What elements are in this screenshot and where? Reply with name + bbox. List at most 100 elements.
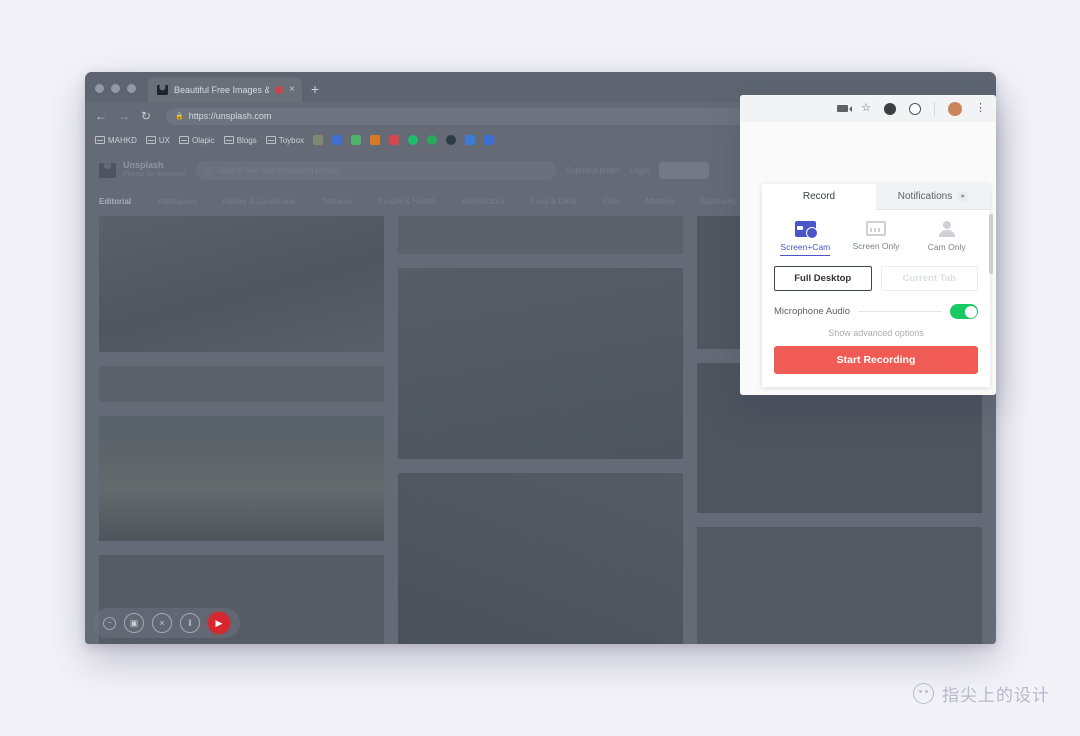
menu-icon[interactable]: ⋮: [975, 103, 986, 114]
close-window-button[interactable]: [95, 84, 104, 93]
microphone-audio-row: Microphone Audio: [762, 291, 990, 319]
mode-label: Screen+Cam: [780, 242, 831, 256]
nav-item-film[interactable]: Film: [603, 197, 618, 206]
capture-source-row: Full Desktop Current Tab: [762, 260, 990, 291]
join-free-button[interactable]: [659, 161, 710, 179]
photo-thumbnail[interactable]: [99, 415, 384, 542]
close-tab-icon[interactable]: ×: [289, 84, 295, 95]
bell-icon: ●: [957, 191, 969, 202]
nav-item-nature[interactable]: Nature & Landscape: [223, 197, 296, 206]
bookmark-item-mahkd[interactable]: MAHKD: [95, 136, 137, 145]
unsplash-logo[interactable]: Unsplash Photos for everyone: [99, 160, 186, 180]
extension-shield-icon[interactable]: [884, 102, 896, 115]
search-placeholder: Search free high-resolution photos: [217, 165, 340, 175]
star-icon[interactable]: ☆: [861, 103, 871, 114]
extension-popup: ☆ ⋮ Record Notifications ● Screen+Cam Sc…: [740, 95, 996, 395]
start-recording-button[interactable]: Start Recording: [774, 346, 978, 374]
reload-icon[interactable]: ↻: [141, 110, 151, 122]
bookmark-item-olapic[interactable]: Olapic: [179, 136, 215, 145]
nav-item-athletics[interactable]: Athletics: [644, 197, 674, 206]
nav-item-editorial[interactable]: Editorial: [99, 197, 131, 206]
photo-thumbnail[interactable]: [398, 268, 683, 460]
photo-thumbnail[interactable]: [398, 216, 683, 255]
bookmark-label: Toybox: [278, 135, 305, 145]
back-icon[interactable]: ←: [95, 110, 107, 122]
mode-screen-only[interactable]: Screen Only: [841, 221, 912, 256]
favicon-green-icon[interactable]: [427, 135, 438, 145]
submit-photo-link[interactable]: Submit a photo: [566, 166, 620, 175]
nav-item-architecture[interactable]: Architecture: [462, 197, 505, 206]
window-traffic-lights[interactable]: [95, 84, 136, 102]
new-tab-button[interactable]: +: [302, 82, 328, 102]
bookmark-item-blogs[interactable]: Blogs: [223, 135, 257, 145]
bookmark-label: Olapic: [192, 135, 215, 145]
avatar[interactable]: [948, 101, 962, 116]
favicon-g-icon[interactable]: [389, 135, 400, 145]
wechat-logo-icon: [913, 683, 934, 704]
popup-chrome-toolbar: ☆ ⋮: [740, 95, 996, 122]
video-camera-icon[interactable]: [837, 105, 853, 112]
mode-screen-plus-cam[interactable]: Screen+Cam: [770, 221, 841, 256]
watermark: 指尖上的设计: [913, 681, 1050, 706]
nav-item-people[interactable]: People & Health: [378, 197, 436, 206]
mode-label: Cam Only: [927, 242, 966, 252]
tab-notifications[interactable]: Notifications ●: [876, 184, 990, 210]
bookmark-item-ux[interactable]: UX: [145, 136, 170, 145]
record-dot-icon: [275, 85, 283, 94]
popup-body: Record Notifications ● Screen+Cam Screen…: [740, 122, 996, 395]
bookmark-label: MAHKD: [108, 135, 137, 145]
folder-icon: [223, 136, 234, 144]
favicon-dark-icon[interactable]: [446, 135, 457, 145]
favicon-blue-icon[interactable]: [332, 135, 343, 145]
unsplash-camera-icon: [157, 84, 168, 95]
cam-only-icon: [937, 221, 957, 237]
favicon-m-icon[interactable]: [313, 135, 324, 145]
address-bar-url: https://unsplash.com: [188, 111, 272, 121]
minimize-window-button[interactable]: [111, 84, 120, 93]
show-advanced-options-link[interactable]: Show advanced options: [762, 319, 990, 346]
photo-thumbnail[interactable]: [99, 366, 384, 402]
start-stop-recording-button[interactable]: ▶: [208, 612, 230, 634]
folder-icon: [179, 136, 190, 144]
bookmark-label: Blogs: [236, 135, 257, 145]
pause-recording-button[interactable]: ‖: [180, 613, 200, 633]
tab-record[interactable]: Record: [762, 184, 876, 210]
login-link[interactable]: Login: [629, 166, 649, 175]
folder-icon: [265, 136, 276, 144]
nav-item-wallpapers[interactable]: Wallpapers: [157, 197, 197, 206]
bookmark-item-toybox[interactable]: Toybox: [265, 135, 305, 145]
folder-icon: [95, 136, 105, 144]
favicon-spotify-icon[interactable]: [408, 135, 419, 145]
tab-notifications-label: Notifications: [897, 191, 953, 202]
photo-column-1: [99, 216, 384, 644]
favicon-drive-icon[interactable]: [351, 135, 362, 145]
nav-item-textures[interactable]: Textures: [322, 197, 352, 206]
trash-icon[interactable]: −: [103, 616, 116, 630]
photo-thumbnail[interactable]: [99, 216, 384, 353]
source-full-desktop-button[interactable]: Full Desktop: [774, 266, 872, 291]
source-current-tab-button[interactable]: Current Tab: [880, 266, 978, 291]
nav-item-spirituality[interactable]: Spirituality: [700, 197, 737, 206]
popup-scrollbar[interactable]: [989, 214, 993, 274]
maximize-window-button[interactable]: [127, 84, 136, 93]
forward-icon[interactable]: →: [118, 110, 130, 122]
favicon-s-icon[interactable]: [465, 135, 476, 145]
unsplash-camera-icon: [99, 162, 116, 178]
search-input[interactable]: ⚲ Search free high-resolution photos: [195, 160, 556, 180]
favicon-bluebox-icon[interactable]: [484, 135, 495, 145]
row-divider: [858, 311, 942, 312]
watermark-text: 指尖上的设计: [942, 686, 1050, 705]
extension-loom-icon[interactable]: [909, 102, 921, 115]
cancel-recording-button[interactable]: ×: [152, 613, 172, 633]
nav-item-food[interactable]: Food & Drink: [530, 197, 577, 206]
popup-tab-bar: Record Notifications ●: [762, 184, 990, 210]
mode-label: Screen Only: [852, 241, 900, 251]
favicon-orange-icon[interactable]: [370, 135, 381, 145]
camera-toggle-icon[interactable]: ▣: [124, 613, 144, 633]
photo-thumbnail[interactable]: [697, 527, 982, 644]
mode-cam-only[interactable]: Cam Only: [911, 221, 982, 256]
browser-tab[interactable]: Beautiful Free Images & P ×: [148, 77, 302, 102]
toolbar-divider: [934, 101, 935, 116]
photo-thumbnail[interactable]: [398, 473, 683, 644]
microphone-audio-toggle[interactable]: [950, 304, 978, 319]
